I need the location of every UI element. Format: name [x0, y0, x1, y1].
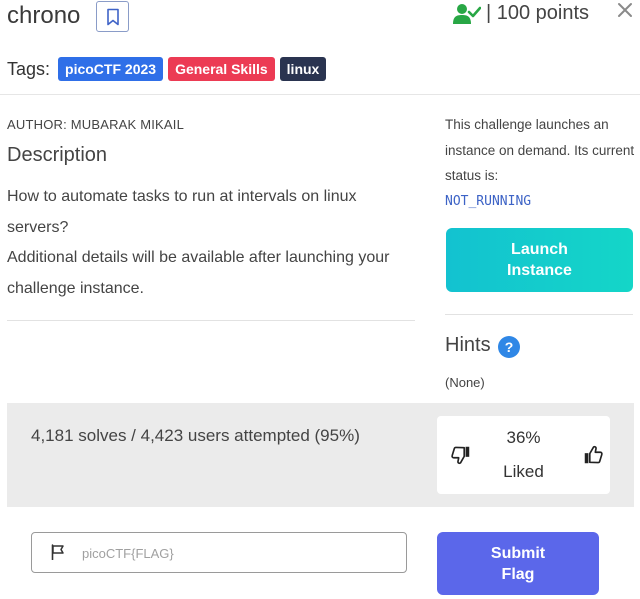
- launch-instance-button[interactable]: Launch Instance: [446, 228, 633, 292]
- solves-text: 4,181 solves / 4,423 users attempted (95…: [31, 426, 360, 445]
- launch-label-line: Launch: [511, 241, 568, 258]
- tag-linux[interactable]: linux: [279, 57, 327, 81]
- description-heading: Description: [7, 144, 108, 166]
- bookmark-icon: [106, 8, 119, 25]
- flag-icon: [51, 544, 64, 560]
- instance-status: NOT_RUNNING: [445, 194, 532, 209]
- author-label: AUTHOR: MUBARAK MIKAIL: [7, 117, 185, 132]
- challenge-title: chrono: [7, 2, 81, 29]
- submit-flag-button[interactable]: Submit Flag: [437, 532, 599, 595]
- tags-label: Tags:: [7, 58, 51, 79]
- submit-label-line: Flag: [501, 565, 535, 583]
- question-icon[interactable]: ?: [498, 336, 520, 358]
- challenge-header: chrono | 100 points: [0, 0, 640, 40]
- instance-info-text: This challenge launches an instance on d…: [445, 117, 635, 183]
- flag-input[interactable]: [82, 541, 392, 565]
- tag-picoctf-2023[interactable]: picoCTF 2023: [58, 57, 164, 81]
- tag-general-skills[interactable]: General Skills: [168, 57, 275, 81]
- description-line: Additional details will be available aft…: [7, 249, 390, 297]
- description-divider: [7, 320, 415, 321]
- like-card: 36% Liked: [437, 416, 610, 494]
- close-icon[interactable]: [615, 0, 635, 20]
- description-body: How to automate tasks to run at interval…: [7, 182, 419, 304]
- bookmark-button[interactable]: [96, 1, 129, 32]
- hints-value: (None): [445, 375, 485, 390]
- instance-divider: [445, 314, 633, 315]
- flag-input-box[interactable]: [31, 532, 407, 573]
- stats-panel: 4,181 solves / 4,423 users attempted (95…: [7, 403, 634, 507]
- points-label: | 100 points: [486, 2, 590, 24]
- submit-label-line: Submit: [490, 544, 546, 562]
- launch-label-line: Instance: [507, 262, 572, 279]
- description-line: How to automate tasks to run at interval…: [7, 188, 357, 236]
- hints-heading: Hints: [445, 334, 491, 356]
- header-divider: [0, 94, 640, 95]
- tags-row: Tags: picoCTF 2023 General Skills linux: [7, 56, 331, 82]
- thumbs-up-icon[interactable]: [582, 444, 604, 466]
- user-check-icon: [453, 4, 481, 24]
